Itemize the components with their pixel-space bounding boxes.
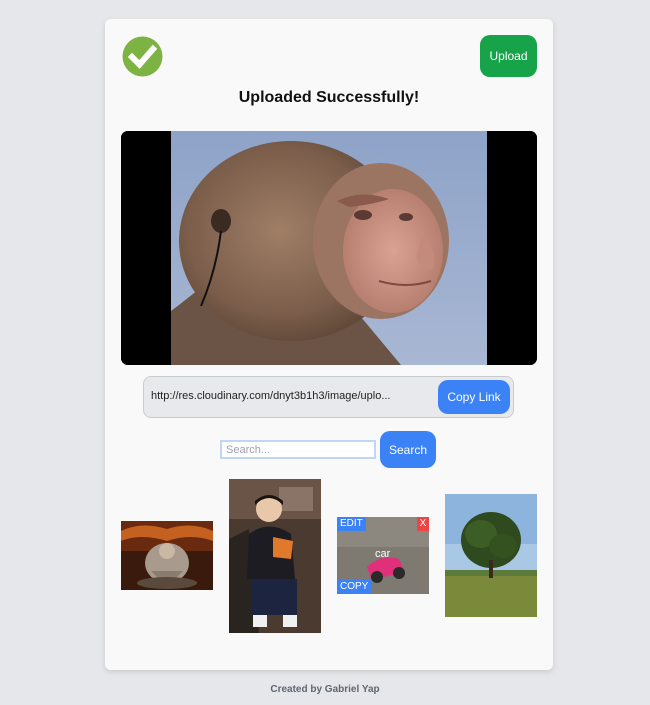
search-button[interactable]: Search xyxy=(380,431,436,468)
upload-button[interactable]: Upload xyxy=(480,35,537,77)
footer-credit: Created by Gabriel Yap xyxy=(270,684,380,695)
page-title: Uploaded Successfully! xyxy=(238,89,420,106)
image-tag: car xyxy=(375,548,391,560)
edit-button[interactable]: EDIT xyxy=(337,517,366,531)
gallery-image-tree[interactable] xyxy=(445,494,537,617)
copy-link-button[interactable]: Copy Link xyxy=(438,380,510,414)
link-box: http://res.cloudinary.com/dnyt3b1h3/imag… xyxy=(143,376,514,418)
monkey-image xyxy=(121,131,537,365)
search-input[interactable] xyxy=(220,440,376,459)
gallery-image-person[interactable] xyxy=(229,479,321,633)
upload-card: Upload Uploaded Successfully! http://res… xyxy=(105,19,553,670)
gallery-image-car[interactable]: EDIT X car COPY xyxy=(337,517,429,594)
uploaded-video[interactable] xyxy=(121,131,537,365)
check-circle-icon xyxy=(122,36,163,77)
gallery-image-statue[interactable] xyxy=(121,521,213,590)
delete-button[interactable]: X xyxy=(417,517,429,531)
copy-button[interactable]: COPY xyxy=(337,580,372,594)
image-url: http://res.cloudinary.com/dnyt3b1h3/imag… xyxy=(151,390,391,402)
